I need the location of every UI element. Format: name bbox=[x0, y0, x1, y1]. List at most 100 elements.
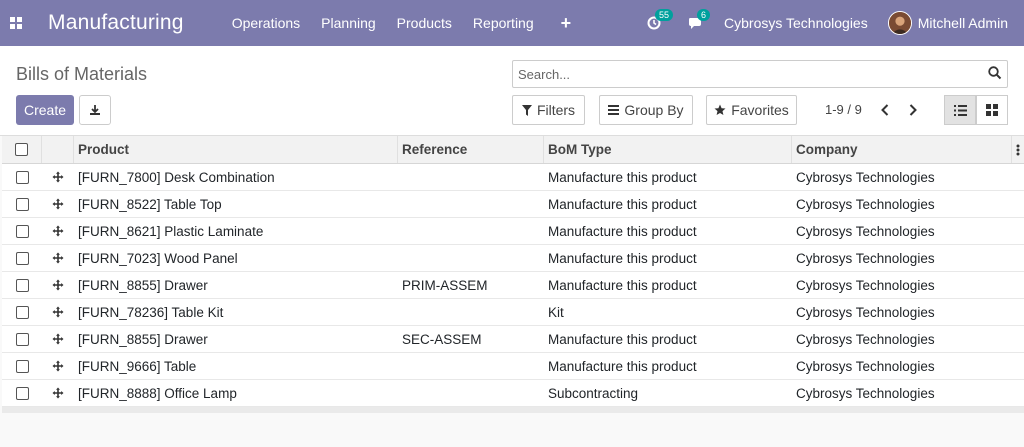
company-switcher[interactable]: Cybrosys Technologies bbox=[724, 15, 868, 31]
drag-handle-icon[interactable] bbox=[52, 279, 64, 291]
row-handle-cell bbox=[42, 353, 74, 379]
table-row[interactable]: [FURN_8888] Office Lamp Subcontracting C… bbox=[2, 380, 1024, 407]
drag-handle-icon[interactable] bbox=[52, 252, 64, 264]
list-icon bbox=[953, 104, 967, 116]
list-view-button[interactable] bbox=[944, 95, 976, 125]
table-row[interactable]: [FURN_9666] Table Manufacture this produ… bbox=[2, 353, 1024, 380]
row-checkbox[interactable] bbox=[15, 278, 29, 292]
cell-company: Cybrosys Technologies bbox=[796, 169, 935, 185]
favorites-button[interactable]: Favorites bbox=[706, 95, 797, 125]
cell-spacer bbox=[1012, 299, 1024, 325]
table-row[interactable]: [FURN_7023] Wood Panel Manufacture this … bbox=[2, 245, 1024, 272]
drag-handle-icon[interactable] bbox=[52, 360, 64, 372]
table-row[interactable]: [FURN_8855] Drawer PRIM-ASSEM Manufactur… bbox=[2, 272, 1024, 299]
cell-bom-type: Manufacture this product bbox=[548, 358, 697, 374]
column-header-bom-type[interactable]: BoM Type bbox=[544, 136, 792, 163]
cell-spacer bbox=[1012, 272, 1024, 298]
cell-product: [FURN_8888] Office Lamp bbox=[78, 385, 237, 401]
cell-spacer bbox=[1012, 191, 1024, 217]
filters-button[interactable]: Filters bbox=[512, 95, 585, 125]
search-icon[interactable] bbox=[988, 66, 1002, 83]
row-handle-cell bbox=[42, 245, 74, 271]
handle-header bbox=[42, 136, 74, 163]
pager-next[interactable] bbox=[904, 97, 922, 123]
table-row[interactable]: [FURN_8855] Drawer SEC-ASSEM Manufacture… bbox=[2, 326, 1024, 353]
pager-value[interactable]: 1-9 / 9 bbox=[825, 102, 862, 117]
menu-products[interactable]: Products bbox=[397, 15, 452, 31]
row-checkbox[interactable] bbox=[15, 251, 29, 265]
drag-handle-icon[interactable] bbox=[52, 198, 64, 210]
search-bar bbox=[512, 60, 1008, 88]
table-row[interactable]: [FURN_7800] Desk Combination Manufacture… bbox=[2, 164, 1024, 191]
cell-bom-type: Manufacture this product bbox=[548, 277, 697, 293]
drag-handle-icon[interactable] bbox=[52, 333, 64, 345]
cell-company: Cybrosys Technologies bbox=[796, 331, 935, 347]
cell-product: [FURN_8522] Table Top bbox=[78, 196, 222, 212]
kanban-view-button[interactable] bbox=[976, 95, 1008, 125]
pager-previous[interactable] bbox=[876, 97, 894, 123]
column-header-reference[interactable]: Reference bbox=[398, 136, 544, 163]
cell-bom-type: Manufacture this product bbox=[548, 223, 697, 239]
row-checkbox[interactable] bbox=[15, 224, 29, 238]
drag-handle-icon[interactable] bbox=[52, 387, 64, 399]
cell-company: Cybrosys Technologies bbox=[796, 250, 935, 266]
table-row[interactable]: [FURN_78236] Table Kit Kit Cybrosys Tech… bbox=[2, 299, 1024, 326]
row-checkbox[interactable] bbox=[15, 359, 29, 373]
plus-icon[interactable]: + bbox=[561, 13, 572, 34]
drag-handle-icon[interactable] bbox=[52, 171, 64, 183]
groupby-button[interactable]: Group By bbox=[599, 95, 693, 125]
drag-handle-icon[interactable] bbox=[52, 306, 64, 318]
menu-reporting[interactable]: Reporting bbox=[473, 15, 534, 31]
cell-reference: PRIM-ASSEM bbox=[402, 277, 488, 293]
row-checkbox[interactable] bbox=[15, 386, 29, 400]
download-button[interactable] bbox=[79, 95, 111, 125]
row-handle-cell bbox=[42, 380, 74, 406]
cell-reference bbox=[398, 191, 544, 217]
table-row[interactable]: [FURN_8621] Plastic Laminate Manufacture… bbox=[2, 218, 1024, 245]
cell-company: Cybrosys Technologies bbox=[796, 196, 935, 212]
row-checkbox-cell bbox=[2, 353, 42, 379]
activity-button[interactable]: 55 bbox=[640, 0, 674, 46]
cell-reference bbox=[398, 299, 544, 325]
cell-spacer bbox=[1012, 380, 1024, 406]
search-input[interactable] bbox=[518, 66, 978, 82]
cell-bom-type: Manufacture this product bbox=[548, 196, 697, 212]
cell-reference bbox=[398, 245, 544, 271]
apps-grid-icon[interactable] bbox=[0, 0, 32, 46]
menu-operations[interactable]: Operations bbox=[232, 15, 300, 31]
row-checkbox-cell bbox=[2, 326, 42, 352]
cell-product: [FURN_8621] Plastic Laminate bbox=[78, 223, 264, 239]
row-checkbox[interactable] bbox=[15, 197, 29, 211]
table-row[interactable]: [FURN_8522] Table Top Manufacture this p… bbox=[2, 191, 1024, 218]
user-menu[interactable]: Mitchell Admin bbox=[918, 15, 1008, 31]
messages-button[interactable]: 6 bbox=[682, 0, 711, 46]
select-all-checkbox[interactable] bbox=[15, 143, 28, 156]
optional-columns-button[interactable] bbox=[1012, 136, 1024, 163]
funnel-icon bbox=[521, 104, 532, 116]
drag-handle-icon[interactable] bbox=[52, 225, 64, 237]
cell-spacer bbox=[1012, 353, 1024, 379]
top-navbar: Manufacturing Operations Planning Produc… bbox=[0, 0, 1024, 46]
favorites-label: Favorites bbox=[731, 102, 789, 118]
cell-company: Cybrosys Technologies bbox=[796, 358, 935, 374]
avatar[interactable] bbox=[887, 11, 912, 35]
bars-icon bbox=[608, 105, 620, 115]
row-handle-cell bbox=[42, 164, 74, 190]
row-checkbox[interactable] bbox=[15, 170, 29, 184]
cell-product: [FURN_8855] Drawer bbox=[78, 277, 208, 293]
row-checkbox-cell bbox=[2, 272, 42, 298]
row-handle-cell bbox=[42, 299, 74, 325]
create-button[interactable]: Create bbox=[16, 95, 74, 125]
cell-reference: SEC-ASSEM bbox=[402, 331, 482, 347]
row-checkbox[interactable] bbox=[15, 305, 29, 319]
column-header-product[interactable]: Product bbox=[74, 136, 398, 163]
cell-product: [FURN_7800] Desk Combination bbox=[78, 169, 275, 185]
app-title[interactable]: Manufacturing bbox=[48, 11, 184, 35]
row-checkbox[interactable] bbox=[15, 332, 29, 346]
cell-reference bbox=[398, 218, 544, 244]
cell-reference bbox=[398, 380, 544, 406]
column-header-company[interactable]: Company bbox=[792, 136, 1012, 163]
menu-planning[interactable]: Planning bbox=[321, 15, 376, 31]
systray: 55 6 Cybrosys Technologies Mitchell Admi… bbox=[640, 0, 1024, 46]
cell-company: Cybrosys Technologies bbox=[796, 385, 935, 401]
